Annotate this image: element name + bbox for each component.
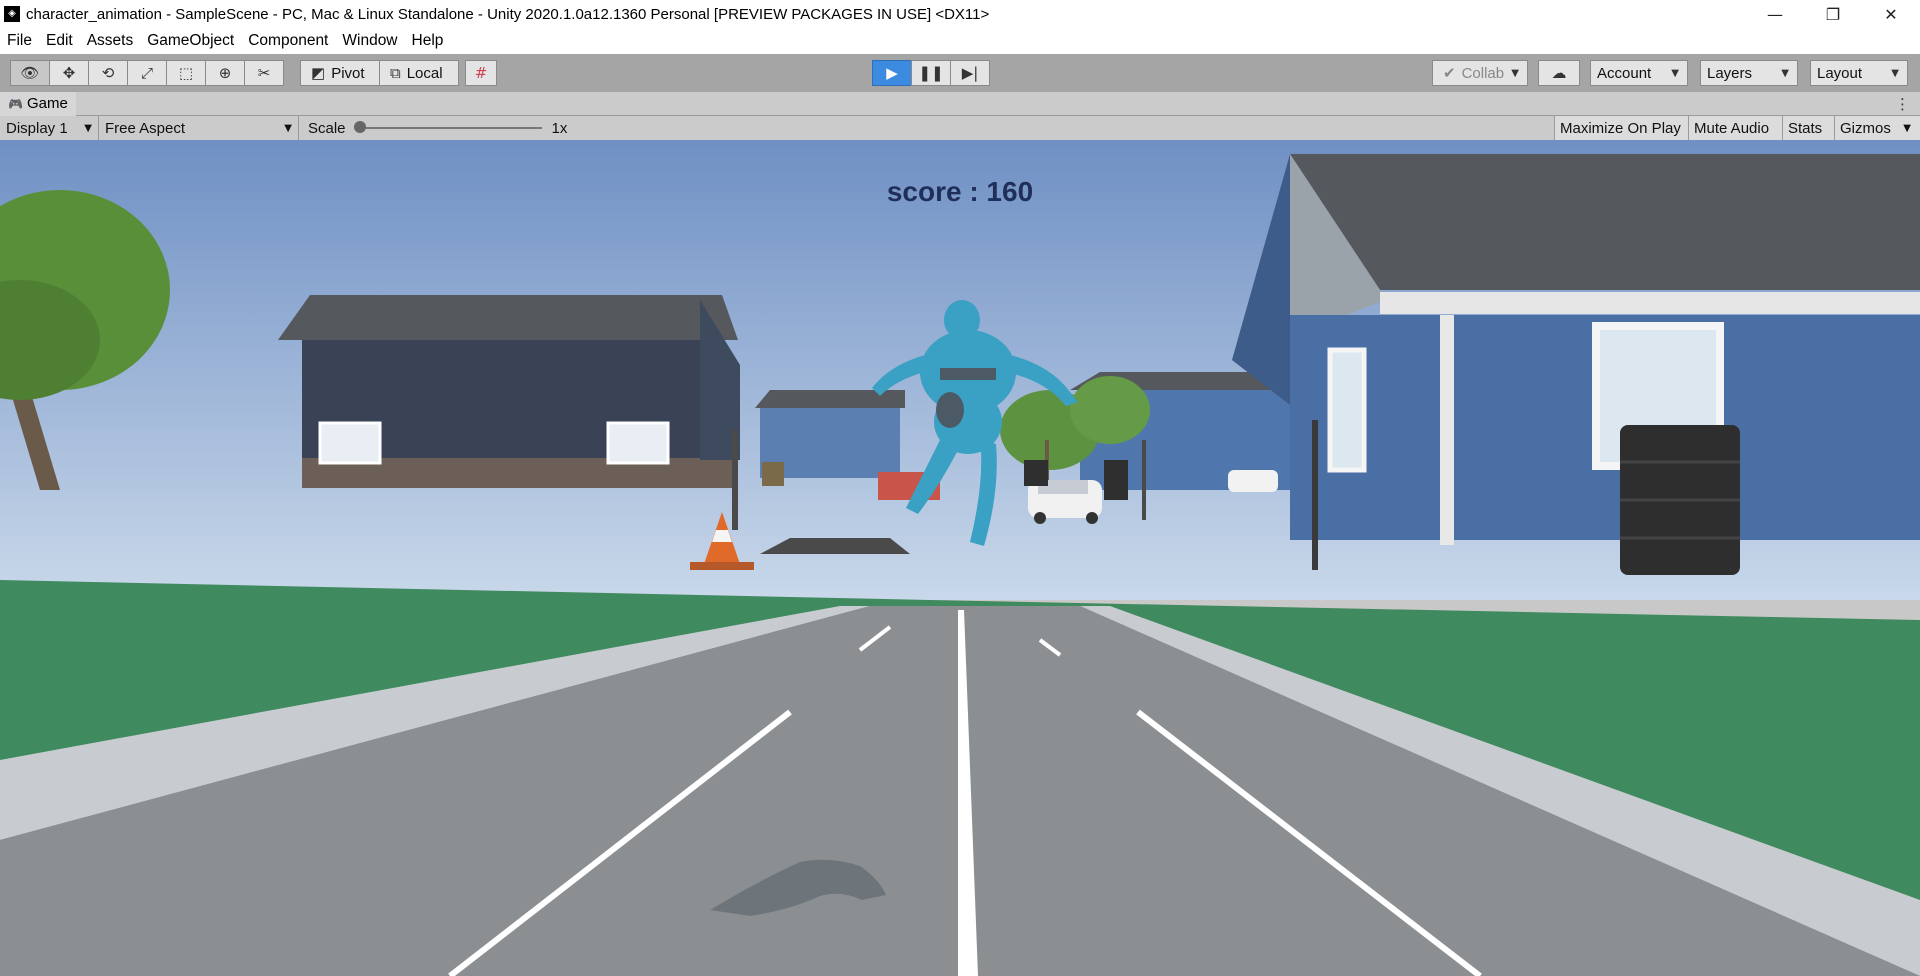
layers-label: Layers xyxy=(1707,64,1753,82)
rotate-tool-button[interactable]: ⟲ xyxy=(88,60,128,86)
cloud-icon: ☁ xyxy=(1551,64,1567,82)
scale-icon: ⤢ xyxy=(140,64,153,82)
street-lamp-right xyxy=(1312,420,1318,570)
minimize-button[interactable]: — xyxy=(1746,0,1804,28)
maximize-on-play-label: Maximize On Play xyxy=(1560,119,1681,137)
eye-icon: 👁 xyxy=(20,64,40,82)
move-icon: ✥ xyxy=(62,64,76,82)
parked-car xyxy=(1228,470,1278,492)
chevron-down-icon: ▼ xyxy=(284,122,292,134)
cloud-button[interactable]: ☁ xyxy=(1538,60,1580,86)
scale-slider-handle[interactable] xyxy=(353,121,366,133)
gizmos-dropdown[interactable]: Gizmos ▼ xyxy=(1834,116,1920,140)
step-button[interactable]: ▶| xyxy=(950,60,990,86)
custom-tool-button[interactable]: ✂ xyxy=(244,60,284,86)
tire-stack-near xyxy=(1620,425,1740,575)
chevron-down-icon: ▼ xyxy=(1511,67,1519,79)
trash-can xyxy=(762,462,784,486)
left-house xyxy=(278,295,740,488)
display-label: Display 1 xyxy=(6,119,68,137)
more-options-icon[interactable]: ⋮ xyxy=(1895,95,1910,113)
chevron-down-icon: ▼ xyxy=(1781,67,1789,79)
account-dropdown[interactable]: Account ▼ xyxy=(1590,60,1688,86)
scale-control: Scale 1x xyxy=(308,116,598,140)
tire-stack-far xyxy=(1104,460,1128,500)
account-label: Account xyxy=(1597,64,1652,82)
tire-stack-mid xyxy=(1024,460,1048,486)
score-label: score : 160 xyxy=(886,176,1034,207)
mute-audio-label: Mute Audio xyxy=(1694,119,1770,137)
pause-button[interactable]: ❚❚ xyxy=(911,60,951,86)
restore-button[interactable]: ❐ xyxy=(1804,0,1862,28)
street-lamp-left xyxy=(732,430,738,530)
right-house xyxy=(1232,154,1920,545)
chevron-down-icon: ▼ xyxy=(1891,67,1899,79)
menu-edit[interactable]: Edit xyxy=(39,32,80,50)
scale-label: Scale xyxy=(308,119,346,137)
move-tool-button[interactable]: ✥ xyxy=(49,60,89,86)
gizmos-label: Gizmos xyxy=(1840,119,1891,137)
play-button[interactable]: ▶ xyxy=(872,60,912,86)
menu-component[interactable]: Component xyxy=(241,32,335,50)
stats-label: Stats xyxy=(1788,119,1823,137)
street-lamp-mid xyxy=(1142,440,1146,520)
unity-app-icon: ◈ xyxy=(4,6,20,22)
aspect-dropdown[interactable]: Free Aspect ▼ xyxy=(99,116,299,140)
layers-dropdown[interactable]: Layers ▼ xyxy=(1700,60,1798,86)
step-icon: ▶| xyxy=(961,64,979,82)
check-icon: ✔ xyxy=(1443,64,1456,82)
maximize-on-play-toggle[interactable]: Maximize On Play xyxy=(1554,116,1688,140)
gamepad-icon: 🎮 xyxy=(8,96,23,111)
pivot-toggle[interactable]: ◩ Pivot xyxy=(300,60,380,86)
main-toolbar: 👁 ✥ ⟲ ⤢ ⬚ ⊕ ✂ ◩ Pivot ⧉ Local # ▶ ❚❚ ▶| … xyxy=(0,54,1920,92)
collab-dropdown[interactable]: ✔ Collab ▼ xyxy=(1432,60,1528,86)
rotate-icon: ⟲ xyxy=(101,64,115,82)
game-tab-bar: 🎮 Game ⋮ xyxy=(0,91,1920,116)
layout-dropdown[interactable]: Layout ▼ xyxy=(1810,60,1908,86)
local-icon: ⧉ xyxy=(390,64,401,82)
stats-toggle[interactable]: Stats xyxy=(1782,116,1834,140)
rect-icon: ⬚ xyxy=(178,64,194,82)
grid-snap-icon: # xyxy=(474,64,488,82)
scale-tool-button[interactable]: ⤢ xyxy=(127,60,167,86)
layout-label: Layout xyxy=(1817,64,1863,82)
window-title-bar: ◈ character_animation - SampleScene - PC… xyxy=(0,0,1920,28)
white-car xyxy=(1028,480,1102,524)
transform-icon: ⊕ xyxy=(218,64,232,82)
mute-audio-toggle[interactable]: Mute Audio xyxy=(1688,116,1782,140)
display-dropdown[interactable]: Display 1 ▼ xyxy=(0,116,99,140)
menu-file[interactable]: File xyxy=(0,32,39,50)
transform-tool-button[interactable]: ⊕ xyxy=(205,60,245,86)
aspect-label: Free Aspect xyxy=(105,119,186,137)
chevron-down-icon: ▼ xyxy=(84,122,92,134)
collab-label: Collab xyxy=(1461,64,1505,82)
menu-assets[interactable]: Assets xyxy=(80,32,141,50)
window-title: character_animation - SampleScene - PC, … xyxy=(26,5,990,23)
menu-window[interactable]: Window xyxy=(335,32,404,50)
tab-game-label: Game xyxy=(26,95,68,112)
tab-game[interactable]: 🎮 Game xyxy=(0,91,76,116)
pivot-label: Pivot xyxy=(331,64,365,82)
grid-snap-button[interactable]: # xyxy=(465,60,497,86)
pivot-icon: ◩ xyxy=(311,64,326,82)
menu-help[interactable]: Help xyxy=(405,32,451,50)
local-label: Local xyxy=(406,64,443,82)
menu-bar: File Edit Assets GameObject Component Wi… xyxy=(0,28,1920,54)
local-toggle[interactable]: ⧉ Local xyxy=(379,60,459,86)
close-button[interactable]: ✕ xyxy=(1862,0,1920,28)
play-icon: ▶ xyxy=(886,64,898,82)
game-scene xyxy=(0,140,1920,976)
chevron-down-icon: ▼ xyxy=(1671,67,1679,79)
tools-icon: ✂ xyxy=(257,64,271,82)
chevron-down-icon: ▼ xyxy=(1903,122,1911,134)
rect-tool-button[interactable]: ⬚ xyxy=(166,60,206,86)
game-viewport[interactable]: score : 160 xyxy=(0,140,1920,976)
pause-icon: ❚❚ xyxy=(918,64,944,82)
view-tool-button[interactable]: 👁 xyxy=(10,60,50,86)
scale-value: 1x xyxy=(551,119,568,137)
game-view-toolbar: Display 1 ▼ Free Aspect ▼ Scale 1x Maxim… xyxy=(0,116,1920,140)
menu-gameobject[interactable]: GameObject xyxy=(140,32,241,50)
scale-slider-track[interactable] xyxy=(353,121,542,133)
